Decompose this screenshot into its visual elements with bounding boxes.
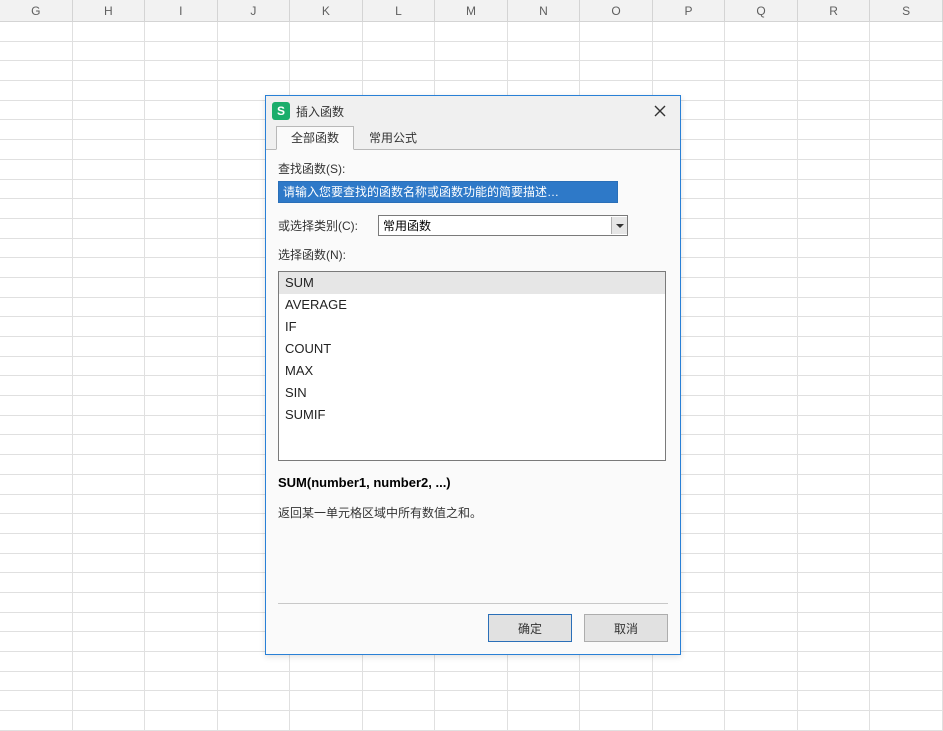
- column-header[interactable]: R: [798, 0, 871, 21]
- button-row: 确定 取消: [266, 604, 680, 654]
- column-header[interactable]: G: [0, 0, 73, 21]
- wps-logo-icon: S: [272, 102, 290, 120]
- function-item[interactable]: COUNT: [279, 338, 665, 360]
- column-header[interactable]: I: [145, 0, 218, 21]
- column-header[interactable]: P: [653, 0, 726, 21]
- close-icon: [654, 105, 666, 117]
- cancel-button[interactable]: 取消: [584, 614, 668, 642]
- column-headers: GHIJKLMNOPQRS: [0, 0, 943, 22]
- tab-bar: 全部函数 常用公式: [266, 126, 680, 150]
- column-header[interactable]: O: [580, 0, 653, 21]
- description-area: SUM(number1, number2, ...) 返回某一单元格区域中所有数…: [278, 475, 668, 521]
- column-header[interactable]: L: [363, 0, 436, 21]
- category-label: 或选择类别(C):: [278, 217, 358, 234]
- category-select[interactable]: 常用函数: [378, 215, 628, 236]
- function-item[interactable]: IF: [279, 316, 665, 338]
- tab-all-functions[interactable]: 全部函数: [276, 126, 354, 150]
- ok-button[interactable]: 确定: [488, 614, 572, 642]
- search-label: 查找函数(S):: [278, 160, 668, 177]
- select-function-label: 选择函数(N):: [278, 246, 668, 263]
- column-header[interactable]: K: [290, 0, 363, 21]
- chevron-down-icon: [611, 217, 627, 234]
- close-button[interactable]: [646, 101, 674, 121]
- function-item[interactable]: AVERAGE: [279, 294, 665, 316]
- column-header[interactable]: J: [218, 0, 291, 21]
- function-signature: SUM(number1, number2, ...): [278, 475, 668, 490]
- column-header[interactable]: M: [435, 0, 508, 21]
- function-item[interactable]: SIN: [279, 382, 665, 404]
- function-item[interactable]: SUMIF: [279, 404, 665, 426]
- function-item[interactable]: SUM: [279, 272, 665, 294]
- search-input[interactable]: 请输入您要查找的函数名称或函数功能的简要描述…: [278, 181, 618, 203]
- dialog-title: 插入函数: [296, 103, 646, 120]
- function-description: 返回某一单元格区域中所有数值之和。: [278, 504, 668, 521]
- column-header[interactable]: N: [508, 0, 581, 21]
- function-item[interactable]: MAX: [279, 360, 665, 382]
- insert-function-dialog: S 插入函数 全部函数 常用公式 查找函数(S): 请输入您要查找的函数名称或函…: [265, 95, 681, 655]
- titlebar: S 插入函数: [266, 96, 680, 126]
- category-value: 常用函数: [383, 217, 431, 234]
- column-header[interactable]: H: [73, 0, 146, 21]
- column-header[interactable]: S: [870, 0, 943, 21]
- column-header[interactable]: Q: [725, 0, 798, 21]
- panel: 查找函数(S): 请输入您要查找的函数名称或函数功能的简要描述… 或选择类别(C…: [266, 150, 680, 604]
- function-list[interactable]: SUMAVERAGEIFCOUNTMAXSINSUMIF: [278, 271, 666, 461]
- tab-common-formulas[interactable]: 常用公式: [354, 126, 432, 149]
